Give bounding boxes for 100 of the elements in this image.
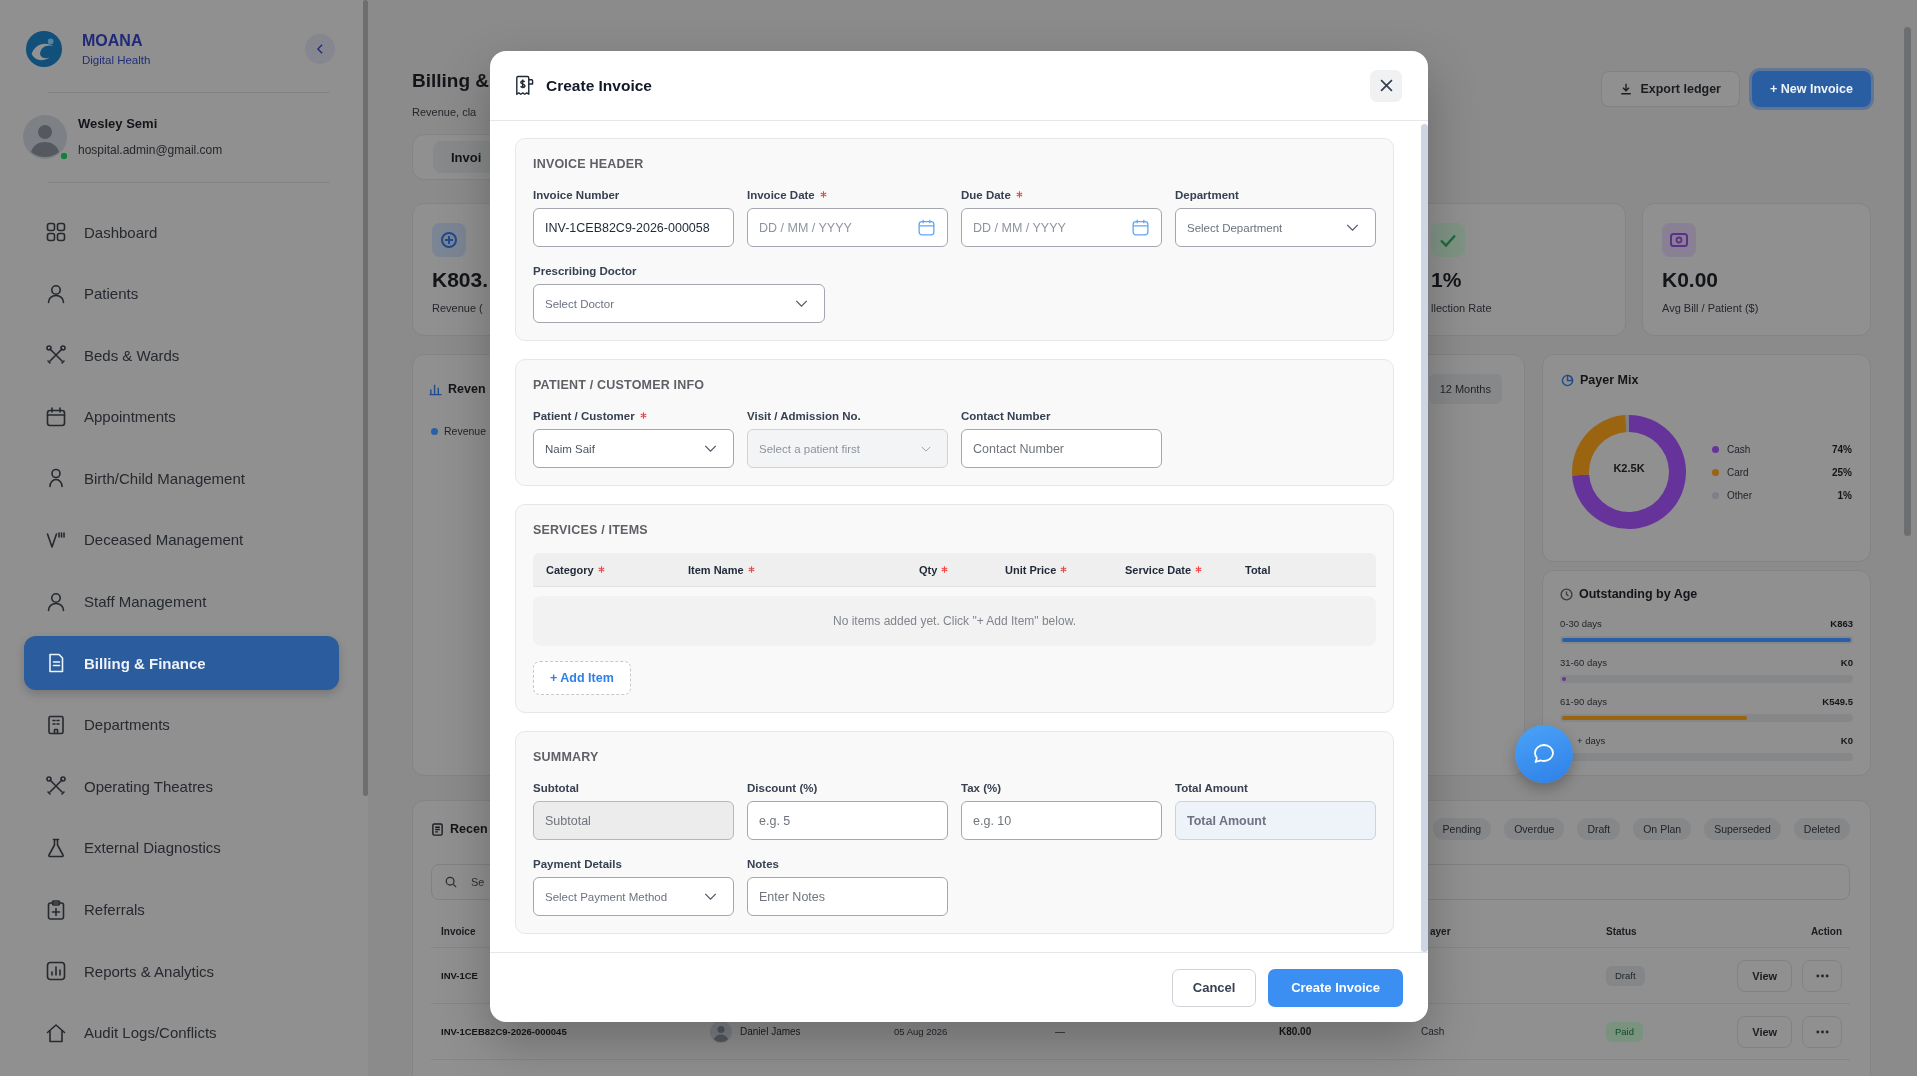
modal-title: Create Invoice [546,76,652,95]
clipboard-icon [46,899,66,920]
text-field[interactable]: e.g. 10 [961,801,1162,840]
table-cell: 05 Aug 2026 [894,1026,948,1037]
total-field[interactable]: Total Amount [1175,801,1376,840]
legend-value: 74% [1832,443,1852,455]
nav-item[interactable]: Reports & Analytics [24,944,339,999]
legend-label: Revenue [444,425,487,437]
pie-chart-icon [1561,373,1574,387]
close-icon [1379,79,1393,92]
nav-item[interactable]: Departments [24,697,339,752]
create-invoice-button[interactable]: Create Invoice [1268,968,1403,1007]
table-cell: — [1055,1026,1065,1037]
card-title: Payer Mix [1580,373,1639,387]
user-name: Wesley Semi [78,116,159,132]
filter-chip[interactable]: Pending [1432,818,1492,840]
filter-chip[interactable]: Overdue [1504,818,1565,840]
filter-chip[interactable]: On Plan [1633,818,1692,840]
select-field[interactable]: Naim Saif [533,429,734,468]
receipt-icon [515,75,534,96]
new-invoice-button[interactable]: + New Invoice [1751,71,1871,107]
nav-item[interactable]: Appointments [24,389,339,444]
filter-chip[interactable]: Draft [1577,818,1621,840]
text-field[interactable]: INV-1CEB82C9-2026-000058 [533,208,734,247]
chevron-down-icon [1346,224,1359,231]
chevron-down-icon [704,893,717,900]
field-label: Invoice Date [747,188,815,201]
chat-bubble-icon [1533,743,1555,765]
nav-item[interactable]: Birth/Child Management [24,451,339,506]
text-field[interactable]: e.g. 5 [747,801,948,840]
section-title: SUMMARY [533,749,600,765]
legend-label: Other [1727,489,1752,501]
nav-item[interactable]: Beds & Wards [24,328,339,383]
column-header: Category [546,563,594,576]
nav-item[interactable]: Deceased Management [24,512,339,567]
text-field[interactable]: Enter Notes [747,877,948,916]
column-header: Item Name [688,563,744,576]
legend-label: Card [1727,466,1749,478]
view-button[interactable]: View [1737,959,1793,992]
user-email: hospital.admin@gmail.com [78,143,223,158]
nav-item[interactable]: Audit Logs/Conflicts [24,1005,339,1060]
stat-value: 1% [1431,267,1462,293]
bar-chart-icon [46,961,66,982]
nav-item[interactable]: Dashboard [24,205,339,259]
more-button[interactable] [1802,1015,1842,1048]
more-button[interactable] [1802,959,1842,992]
nav-item[interactable]: External Diagnostics [24,820,339,875]
range-button[interactable]: 12 Months [1428,374,1502,404]
nav-item[interactable]: Patients [24,266,339,321]
nav-item[interactable]: Referrals [24,882,339,937]
status-badge: Draft [1606,965,1645,986]
table-cell: Daniel James [740,1026,801,1037]
page-subtitle: Revenue, cla [412,106,478,118]
column-header: Unit Price [1005,563,1057,576]
nav-item[interactable]: Operating Theatres [24,759,339,814]
section-title: SERVICES / ITEMS [533,522,649,538]
age-label: 61-90 days [1560,696,1607,708]
table-cell: INV-1CE [441,970,478,981]
crossed-tools-icon [46,776,66,797]
date-field[interactable]: DD / MM / YYYY [747,208,948,247]
close-button[interactable] [1370,69,1402,102]
age-label: 0-30 days [1560,618,1602,630]
field-label: Tax (%) [961,781,1002,794]
logo-icon [25,30,63,68]
field-label: Contact Number [961,409,1051,422]
check-icon [1431,223,1465,257]
page-scrollbar[interactable] [1904,27,1911,536]
search-icon [445,876,457,888]
table-cell: K80.00 [1279,1026,1312,1037]
nav-item[interactable]: Staff Management [24,574,339,629]
age-value: K0 [1840,657,1853,669]
calendar-icon [46,406,66,427]
flask-icon [46,837,66,858]
select-field[interactable]: Select Doctor [533,284,825,323]
age-value: K863 [1830,618,1853,630]
view-button[interactable]: View [1737,1015,1793,1048]
modal-scrollbar[interactable] [1421,124,1428,952]
sidebar-scrollbar[interactable] [363,0,368,796]
field-label: Patient / Customer [533,409,635,422]
date-field[interactable]: DD / MM / YYYY [961,208,1162,247]
nav-item[interactable]: Billing & Finance [24,636,339,691]
card-title: Recen [450,822,488,836]
filter-chip[interactable]: Deleted [1793,818,1850,840]
column-header: Total [1245,563,1271,576]
chevron-down-icon [921,445,931,452]
brand-name: MOANA [82,31,144,50]
select-field[interactable]: Select Department [1175,208,1376,247]
cancel-button[interactable]: Cancel [1172,968,1257,1007]
house-icon [46,1022,66,1043]
add-item-button[interactable]: + Add Item [533,661,631,695]
select-field[interactable]: Select Payment Method [533,877,734,916]
export-button[interactable]: Export ledger [1601,71,1740,107]
text-field[interactable]: Contact Number [961,429,1162,468]
field-label: Subtotal [533,781,579,794]
field-label: Total Amount [1175,781,1248,794]
calendar-icon [1132,219,1149,236]
readonly-field[interactable]: Subtotal [533,801,734,840]
filter-chip[interactable]: Superseded [1704,818,1781,840]
stat-value: K0.00 [1662,267,1719,293]
collapse-button[interactable] [305,34,335,64]
